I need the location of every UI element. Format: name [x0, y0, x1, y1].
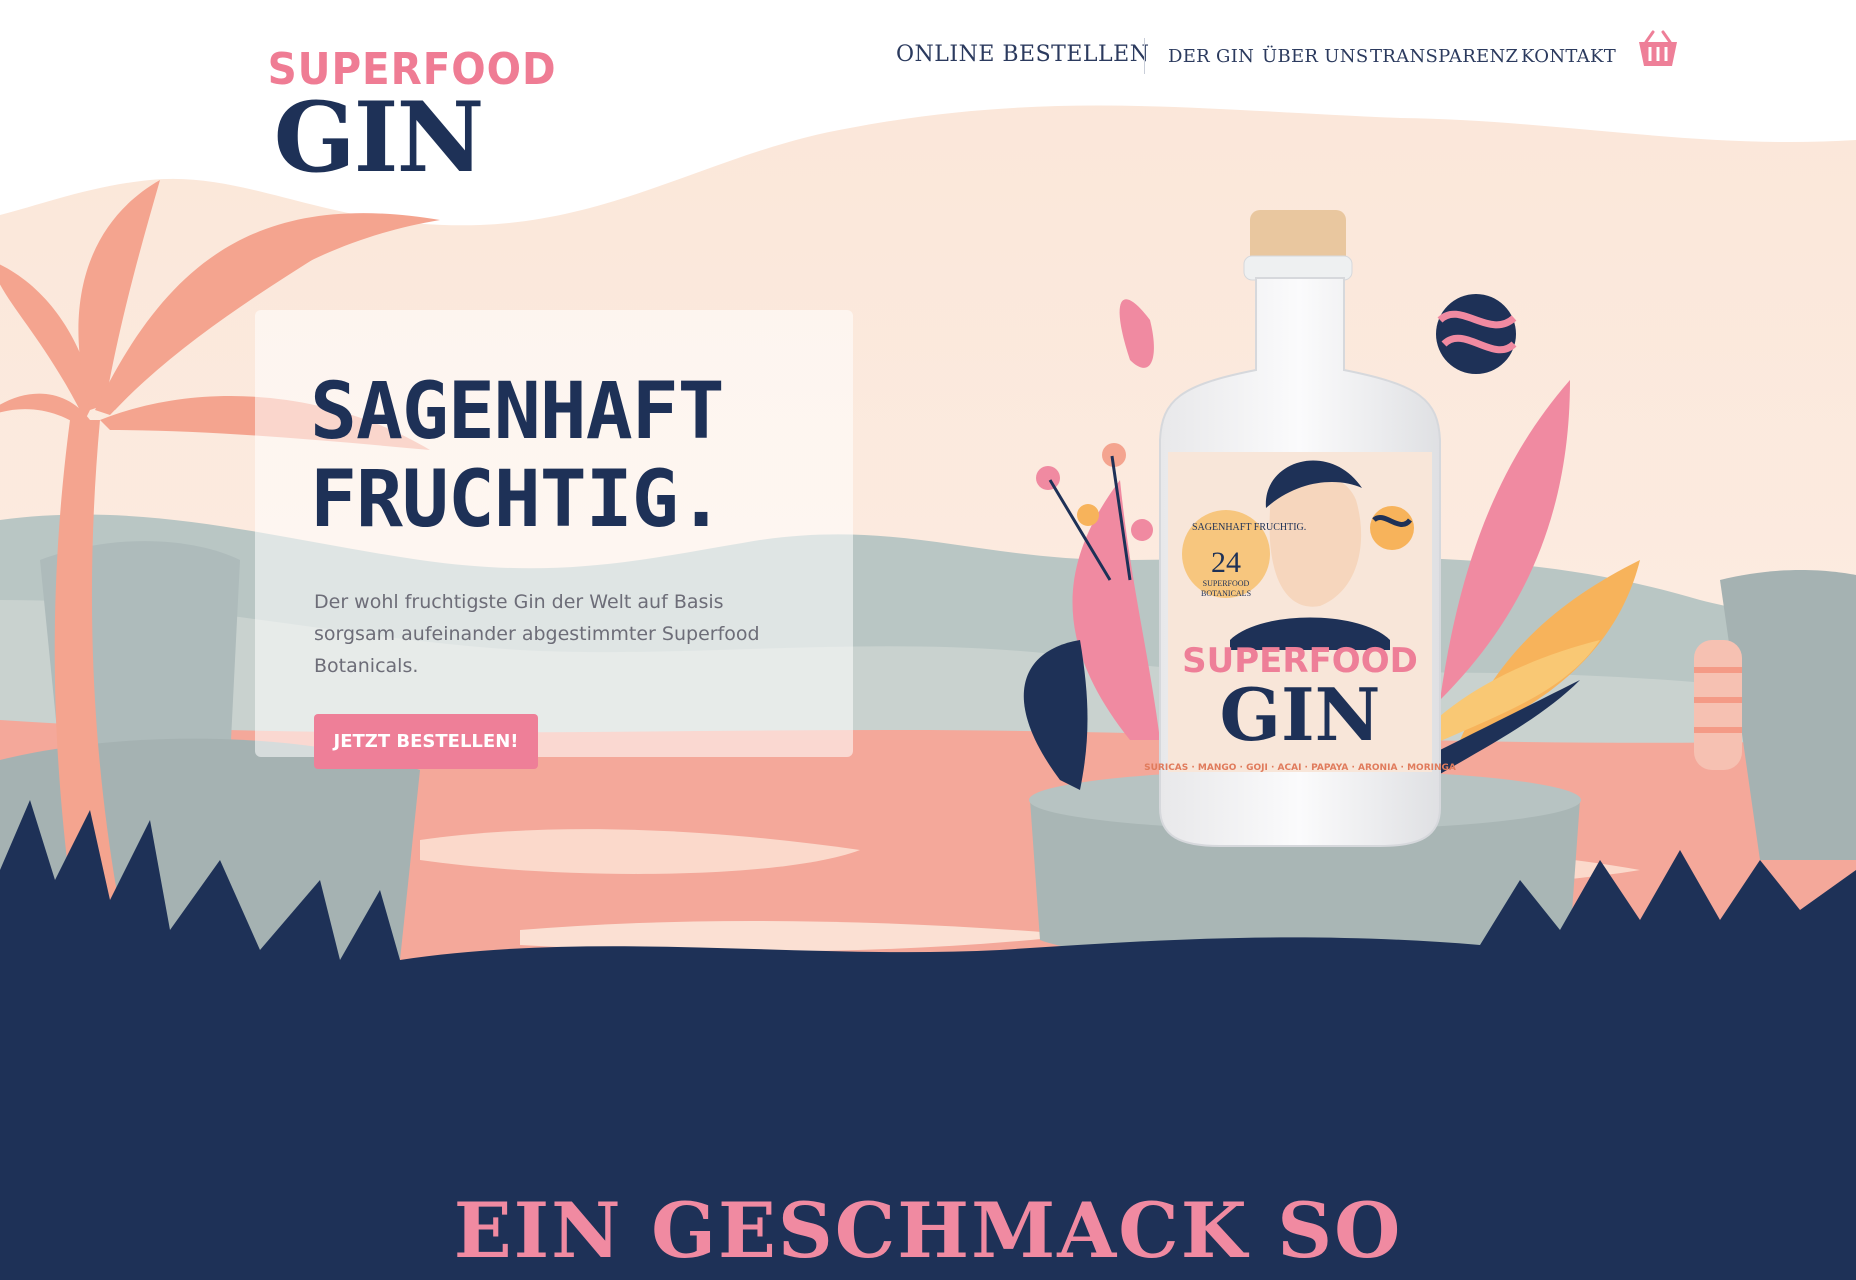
badge-line1: SUPERFOOD: [1203, 579, 1250, 588]
nav-item-kontakt[interactable]: KONTAKT: [1521, 46, 1616, 67]
badge-line2: BOTANICALS: [1201, 589, 1251, 598]
label-fruit-icon: [1370, 506, 1414, 550]
nav-divider: [1144, 38, 1145, 74]
nav-item-transparenz[interactable]: TRANSPARENZ: [1370, 46, 1518, 67]
badge-arc-text: SAGENHAFT FRUCHTIG.: [1192, 522, 1306, 533]
nav-online-bestellen[interactable]: ONLINE BESTELLEN: [896, 42, 1149, 67]
hero-title: SAGENHAFT FRUCHTIG.: [310, 367, 725, 545]
main-nav: ONLINE BESTELLEN DER GIN ÜBER UNS TRANSP…: [0, 38, 1856, 78]
basket-icon[interactable]: [1636, 30, 1680, 70]
badge-number: 24: [1211, 546, 1241, 579]
page: SAGENHAFT FRUCHTIG. 24 SUPERFOOD BOTANIC…: [0, 0, 1856, 1280]
taste-section: EIN GESCHMACK SO: [0, 1072, 1856, 1280]
order-now-button[interactable]: JETZT BESTELLEN!: [314, 714, 538, 769]
tower: [1694, 640, 1742, 770]
hero-title-line1: SAGENHAFT: [310, 367, 725, 457]
section-heading: EIN GESCHMACK SO: [453, 1186, 1403, 1275]
logo-wordmark-main: GIN: [273, 81, 485, 194]
nav-item-ueber-uns[interactable]: ÜBER UNS: [1262, 46, 1368, 67]
nav-item-der-gin[interactable]: DER GIN: [1168, 46, 1254, 67]
hero-title-line2: FRUCHTIG.: [310, 455, 725, 545]
bottle-brand-main: GIN: [1220, 672, 1381, 757]
hero-description: Der wohl fruchtigste Gin der Welt auf Ba…: [314, 591, 760, 677]
bottle-collar: [1243, 255, 1353, 281]
bottle-ingredients: SURICAS · MANGO · GOJI · ACAI · PAPAYA ·…: [1144, 763, 1456, 773]
